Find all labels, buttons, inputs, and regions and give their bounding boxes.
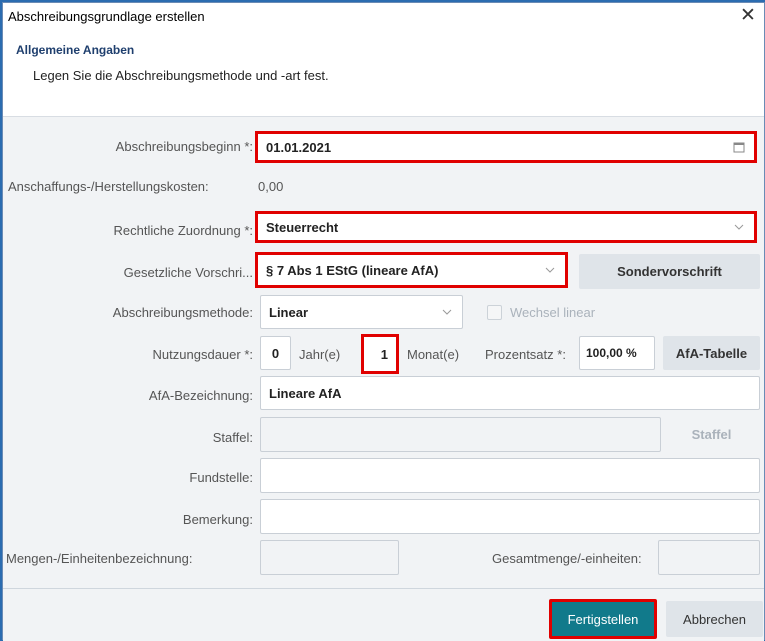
abbrechen-button[interactable]: Abbrechen [666,601,763,637]
abschreibungsmethode-select[interactable]: Linear [260,295,463,329]
gesamtmenge-label: Gesamtmenge/-einheiten: [492,551,642,566]
abschreibungsmethode-label: Abschreibungsmethode: [112,305,253,320]
wechsel-linear-checkbox[interactable] [487,305,502,320]
afa-tabelle-button[interactable]: AfA-Tabelle [663,336,760,370]
rechtliche-zuordnung-select[interactable]: Steuerrecht [255,211,757,243]
abschreibungsbeginn-value: 01.01.2021 [266,139,332,155]
section-title: Allgemeine Angaben [16,43,135,57]
fertigstellen-button[interactable]: Fertigstellen [549,599,657,639]
nutzungsdauer-label: Nutzungsdauer *: [152,347,253,362]
monate-value: 1 [380,346,388,362]
gesetzliche-vorschrift-select[interactable]: § 7 Abs 1 EStG (lineare AfA) [255,252,568,288]
gesetzliche-vorschrift-label: Gesetzliche Vorschri... [123,265,253,280]
jahre-input[interactable]: 0 [260,336,291,370]
staffel-label: Staffel: [212,430,253,445]
wechsel-linear-label: Wechsel linear [510,305,596,320]
chevron-down-icon [732,220,746,234]
section-subtitle: Legen Sie die Abschreibungsmethode und -… [33,68,329,83]
prozentsatz-value: 100,00 % [586,346,637,360]
afa-bezeichnung-value: Lineare AfA [269,385,342,401]
afa-bezeichnung-label: AfA-Bezeichnung: [148,388,253,403]
calendar-icon[interactable] [732,140,746,154]
gesetzliche-vorschrift-value: § 7 Abs 1 EStG (lineare AfA) [266,262,439,278]
jahre-value: 0 [271,345,280,361]
rechtliche-zuordnung-label: Rechtliche Zuordnung *: [113,223,253,238]
monate-unit: Monat(e) [407,347,460,362]
dialog: Abschreibungsgrundlage erstellen ✕ Allge… [2,2,765,641]
abschreibungsbeginn-field[interactable]: 01.01.2021 [255,131,757,163]
prozentsatz-input[interactable]: 100,00 % [579,336,655,370]
bemerkung-label: Bemerkung: [182,512,253,527]
staffel-input[interactable] [260,417,661,452]
chevron-down-icon [440,305,454,319]
prozentsatz-label: Prozentsatz *: [485,347,566,362]
fundstelle-label: Fundstelle: [189,470,253,485]
jahre-unit: Jahr(e) [299,347,341,362]
mengen-label: Mengen-/Einheitenbezeichnung: [6,551,193,566]
anschaffungskosten-label: Anschaffungs-/Herstellungskosten: [8,179,209,194]
dialog-title: Abschreibungsgrundlage erstellen [8,9,205,24]
afa-bezeichnung-input[interactable]: Lineare AfA [260,376,760,410]
abschreibungsbeginn-label: Abschreibungsbeginn *: [115,139,253,154]
staffel-button[interactable]: Staffel [663,417,760,452]
monate-input[interactable]: 1 [361,334,399,374]
chevron-down-icon [543,263,557,277]
sondervorschrift-button[interactable]: Sondervorschrift [579,254,760,289]
close-icon[interactable]: ✕ [738,5,758,27]
anschaffungskosten-value: 0,00 [258,179,284,194]
title-bar: Abschreibungsgrundlage erstellen ✕ [3,3,764,33]
fundstelle-input[interactable] [260,458,760,493]
abschreibungsmethode-value: Linear [269,304,309,320]
mengen-input[interactable] [260,540,399,575]
rechtliche-zuordnung-value: Steuerrecht [266,219,339,235]
bemerkung-input[interactable] [260,499,760,534]
gesamtmenge-input[interactable] [658,540,760,575]
